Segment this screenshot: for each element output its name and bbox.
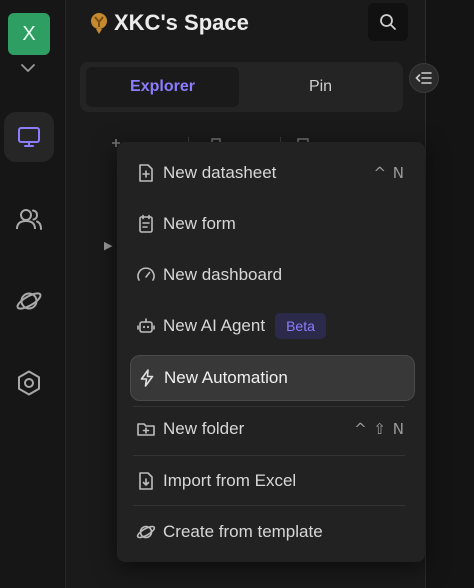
menu-item-label: Create from template [163,522,323,541]
menu-item-label: Import from Excel [163,471,297,490]
tab-explorer-label: Explorer [130,78,195,95]
rail-item-explorer[interactable] [4,112,54,162]
import-file-icon [136,471,156,491]
tab-pin[interactable]: Pin [244,67,397,107]
rail-item-community[interactable] [4,276,54,326]
menu-item-new-folder[interactable]: New folder ^ ⇧ N [130,406,415,452]
space-title-text: XKC's Space [114,10,249,35]
planet-icon [15,287,43,315]
menu-item-new-dashboard[interactable]: New dashboard [130,252,415,298]
space-emoji-icon [88,11,110,35]
users-icon [15,206,43,232]
menu-item-label: New AI Agent [163,316,266,335]
shortcut-hint: ^ N [373,164,405,182]
collapse-sidebar-button[interactable] [409,63,439,93]
chevron-down-icon[interactable] [17,60,39,76]
create-menu: New datasheet ^ N New form New dashboard… [117,142,425,562]
rail-item-settings[interactable] [4,358,54,408]
left-rail: X [0,0,66,588]
monitor-icon [16,124,42,150]
dashboard-gauge-icon [136,265,156,285]
workspace-initial: X [22,22,36,45]
folder-plus-icon [136,419,156,439]
menu-item-new-ai-agent[interactable]: New AI Agent Beta [130,303,415,349]
menu-item-new-form[interactable]: New form [130,201,415,247]
menu-item-label: New datasheet [163,163,277,182]
template-planet-icon [136,522,156,542]
menu-item-label: New dashboard [163,265,283,284]
menu-item-create-from-template[interactable]: Create from template [130,509,415,555]
tab-pin-label: Pin [308,78,333,95]
menu-item-new-automation[interactable]: New Automation [130,355,415,401]
search-button[interactable] [368,3,408,41]
menu-divider [133,505,405,506]
tree-expand-caret-icon[interactable]: ▶ [104,239,112,252]
menu-item-label: New Automation [164,368,288,387]
collapse-sidebar-icon [415,71,433,85]
settings-hexagon-icon [15,369,43,397]
datasheet-plus-icon [136,163,156,183]
workspace-avatar[interactable]: X [8,13,50,55]
robot-icon [136,316,156,336]
explorer-tabs: Explorer Pin [80,62,403,112]
menu-item-label: New form [163,214,236,233]
tab-explorer[interactable]: Explorer [86,67,239,107]
shortcut-hint: ^ ⇧ N [354,420,405,438]
menu-item-label: New folder [163,419,245,438]
space-title[interactable]: XKC's Space [88,8,249,38]
menu-divider [133,455,405,456]
lightning-icon [137,368,157,388]
form-icon [136,214,156,234]
rail-item-members[interactable] [4,194,54,244]
menu-item-new-datasheet[interactable]: New datasheet ^ N [130,150,415,196]
search-icon [379,13,397,31]
menu-item-import-excel[interactable]: Import from Excel [130,458,415,504]
beta-badge: Beta [275,313,326,339]
